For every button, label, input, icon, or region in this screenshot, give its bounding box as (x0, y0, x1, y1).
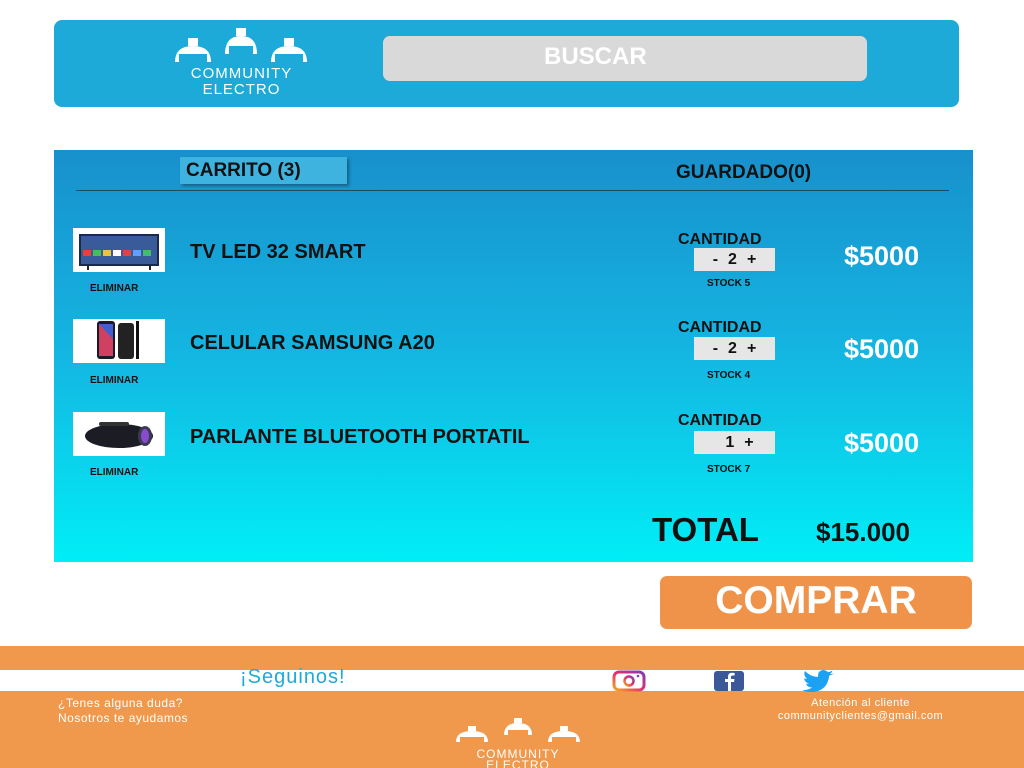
quantity-stepper: - 2 + (694, 248, 775, 271)
facebook-icon[interactable] (711, 670, 747, 692)
remove-button[interactable]: ELIMINAR (90, 467, 138, 478)
quantity-value: 2 (728, 339, 737, 357)
tv-icon[interactable] (73, 228, 165, 272)
product-name[interactable]: TV LED 32 SMART (190, 241, 366, 264)
speaker-icon[interactable] (73, 412, 165, 456)
total-value: $15.000 (816, 517, 910, 547)
logo-text-community: COMMUNITY (190, 65, 293, 82)
follow-us-label: ¡Seguinos! (240, 666, 346, 688)
help-question: ¿Tenes alguna duda? (58, 696, 183, 710)
increase-button[interactable]: + (742, 251, 761, 269)
cart-item: ELIMINAR CELULAR SAMSUNG A20 CANTIDAD - … (54, 319, 973, 399)
social-strip (0, 670, 1024, 691)
decrease-button[interactable]: - (708, 340, 723, 358)
footer-logo[interactable]: COMMUNITY ELECTRO (448, 718, 588, 768)
product-name[interactable]: PARLANTE BLUETOOTH PORTATIL (190, 426, 530, 449)
tab-cart[interactable]: CARRITO (3) (180, 157, 347, 184)
increase-button[interactable]: + (742, 340, 761, 358)
logo-text-electro: ELECTRO (202, 81, 281, 98)
tab-saved[interactable]: GUARDADO(0) (676, 162, 811, 184)
total-label: TOTAL (652, 511, 759, 548)
buy-button[interactable]: COMPRAR (660, 576, 972, 629)
support-label: Atención al cliente (811, 697, 910, 709)
remove-button[interactable]: ELIMINAR (90, 283, 138, 294)
product-name[interactable]: CELULAR SAMSUNG A20 (190, 332, 435, 355)
stock-label: STOCK 5 (707, 278, 751, 289)
quantity-label: CANTIDAD (678, 412, 762, 429)
item-price: $5000 (844, 241, 920, 271)
quantity-label: CANTIDAD (678, 231, 762, 248)
twitter-icon[interactable] (801, 670, 837, 693)
quantity-value: 2 (728, 250, 737, 268)
logo-text-electro: ELECTRO (486, 758, 550, 768)
item-price: $5000 (844, 334, 920, 364)
decrease-button[interactable]: - (708, 251, 723, 269)
help-text: ¿Tenes alguna duda? Nosotros te ayudamos (58, 696, 188, 726)
lamps-logo-icon (175, 28, 307, 62)
item-price: $5000 (844, 428, 920, 458)
quantity-value: 1 (725, 433, 735, 451)
customer-support: Atención al cliente communityclientes@gm… (752, 697, 969, 723)
footer: ¡Seguinos! ¿Tenes alguna duda? Nosotros … (0, 646, 1024, 768)
brand-logo[interactable]: COMMUNITY ELECTRO (169, 28, 314, 103)
lamps-logo-icon (456, 718, 580, 742)
phone-icon[interactable] (73, 319, 165, 363)
header-bar: COMMUNITY ELECTRO BUSCAR (54, 20, 959, 107)
remove-button[interactable]: ELIMINAR (90, 375, 138, 386)
cart-panel: CARRITO (3) GUARDADO(0) ELIMINAR TV LED … (54, 150, 973, 562)
instagram-icon[interactable] (611, 670, 647, 692)
quantity-stepper: - 2 + (694, 337, 775, 360)
help-answer: Nosotros te ayudamos (58, 711, 189, 725)
stock-label: STOCK 7 (707, 464, 751, 475)
search-input[interactable]: BUSCAR (383, 36, 867, 81)
cart-item: ELIMINAR TV LED 32 SMART CANTIDAD - 2 + … (54, 228, 973, 308)
increase-button[interactable]: + (739, 434, 758, 452)
support-email[interactable]: communityclientes@gmail.com (752, 710, 969, 723)
stock-label: STOCK 4 (707, 370, 751, 381)
quantity-stepper: 1 + (694, 431, 775, 454)
tab-divider (76, 190, 949, 191)
cart-item: ELIMINAR PARLANTE BLUETOOTH PORTATIL CAN… (54, 412, 973, 492)
quantity-label: CANTIDAD (678, 319, 762, 336)
